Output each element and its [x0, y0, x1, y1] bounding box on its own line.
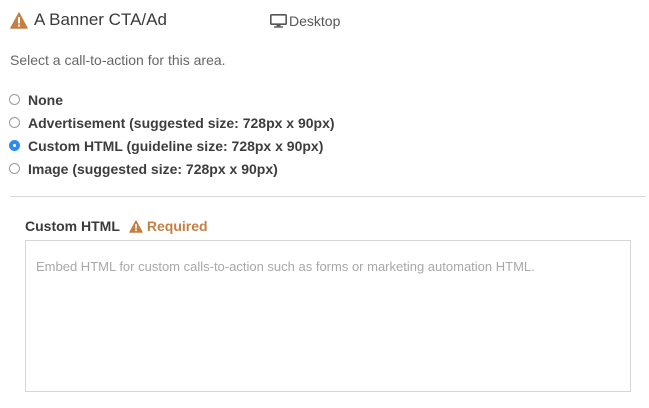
option-custom-html[interactable]: Custom HTML (guideline size: 728px x 90p… — [9, 134, 335, 157]
required-indicator: Required — [129, 218, 208, 234]
section-header: A Banner CTA/Ad Desktop — [10, 8, 649, 34]
monitor-icon — [270, 14, 287, 28]
warning-triangle-icon — [129, 219, 143, 233]
option-label: None — [28, 91, 63, 108]
custom-html-label-row: Custom HTML Required — [25, 218, 208, 234]
device-indicator: Desktop — [270, 13, 340, 29]
warning-triangle-icon — [10, 12, 28, 29]
option-image[interactable]: Image (suggested size: 728px x 90px) — [9, 157, 335, 180]
cta-settings-panel: A Banner CTA/Ad Desktop Select a call-to… — [0, 0, 649, 408]
divider — [10, 196, 646, 197]
cta-type-radio-group: None Advertisement (suggested size: 728p… — [9, 88, 335, 180]
option-label: Custom HTML (guideline size: 728px x 90p… — [28, 137, 324, 154]
option-none[interactable]: None — [9, 88, 335, 111]
option-label: Advertisement (suggested size: 728px x 9… — [28, 114, 335, 131]
radio-image[interactable] — [9, 163, 20, 174]
section-title: A Banner CTA/Ad — [34, 10, 167, 29]
radio-advertisement[interactable] — [9, 117, 20, 128]
option-label: Image (suggested size: 728px x 90px) — [28, 160, 278, 177]
required-label: Required — [146, 218, 208, 234]
custom-html-label: Custom HTML — [25, 218, 120, 234]
custom-html-textarea[interactable] — [25, 240, 631, 392]
radio-none[interactable] — [9, 94, 20, 105]
section-description: Select a call-to-action for this area. — [10, 52, 226, 68]
option-advertisement[interactable]: Advertisement (suggested size: 728px x 9… — [9, 111, 335, 134]
device-label: Desktop — [289, 13, 341, 29]
radio-custom-html[interactable] — [9, 140, 20, 151]
